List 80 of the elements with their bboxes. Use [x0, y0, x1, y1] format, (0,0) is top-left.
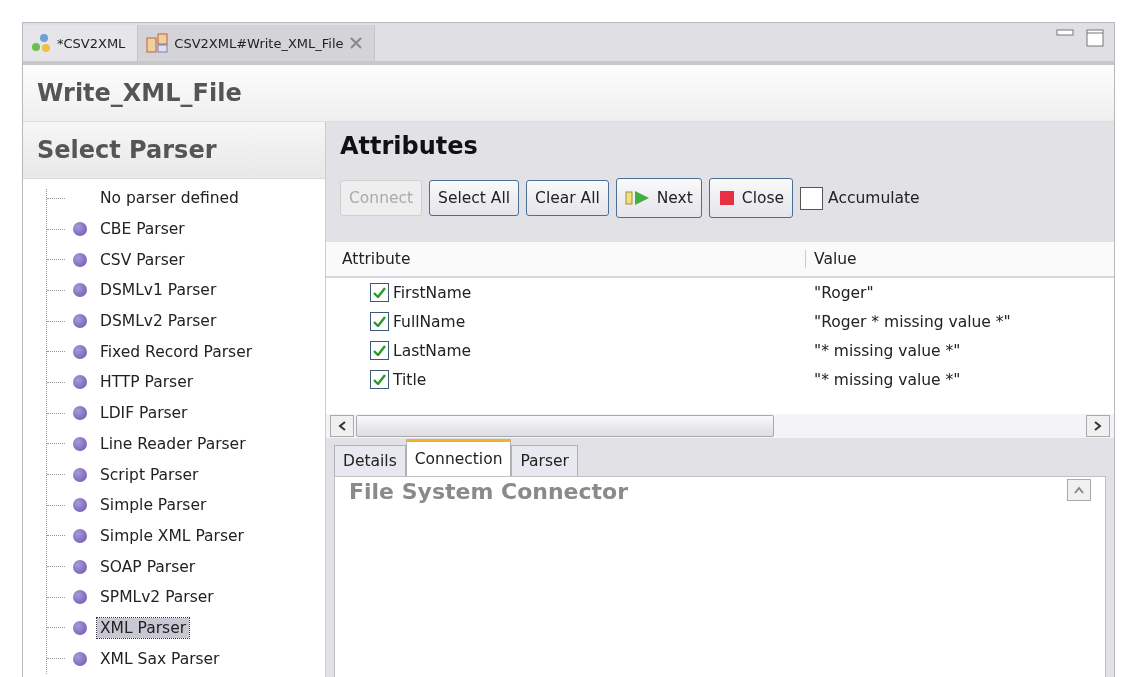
tree-item[interactable]: Fixed Record Parser [97, 341, 256, 362]
checkbox-label: Accumulate [828, 189, 920, 207]
scroll-left-button[interactable] [330, 415, 354, 437]
toolbar-button[interactable]: Next [615, 178, 702, 218]
column-header[interactable]: Attribute [326, 250, 806, 268]
table-cell: Title [393, 370, 427, 389]
tree-item[interactable]: HTTP Parser [97, 372, 197, 393]
bullet-icon [73, 590, 87, 605]
scroll-thumb[interactable] [356, 415, 774, 437]
bullet-icon [73, 222, 87, 237]
tree-item[interactable]: DSMLv2 Parser [97, 311, 220, 332]
tab-label: CSV2XML#Write_XML_File [174, 35, 344, 51]
tree-item[interactable]: DSMLv1 Parser [97, 280, 220, 301]
checkbox[interactable] [800, 186, 824, 210]
table-cell-text: "Roger * missing value *" [813, 312, 1011, 331]
bullet-icon [73, 528, 87, 543]
chevron-right-icon [1094, 421, 1102, 431]
bullet-icon [73, 559, 87, 574]
table-cell-text: "* missing value *" [813, 370, 961, 389]
panel-tab[interactable]: Connection [405, 439, 512, 476]
checkbox[interactable] [370, 283, 389, 302]
tree-item[interactable]: Line Reader Parser [97, 433, 249, 454]
tree-item[interactable]: No parser defined [97, 188, 242, 209]
scroll-right-button[interactable] [1086, 415, 1110, 437]
chevron-up-icon [1074, 486, 1084, 494]
maximize-icon[interactable] [1086, 29, 1104, 47]
page-title: Write_XML_File [37, 79, 242, 107]
chevron-left-icon [338, 421, 346, 431]
checkmark-icon [373, 287, 386, 298]
tree-item[interactable]: XML Sax Parser [97, 648, 223, 669]
column-header[interactable]: Value [806, 250, 1114, 268]
editor-tab[interactable]: CSV2XML#Write_XML_File [138, 25, 375, 61]
horizontal-scrollbar[interactable] [326, 414, 1114, 438]
bullet-icon [73, 252, 87, 267]
scroll-up-button[interactable] [1067, 479, 1091, 501]
bullet-icon [73, 406, 87, 421]
bullet-icon [73, 620, 87, 635]
bullet-icon [73, 375, 87, 390]
checkmark-icon [373, 374, 386, 385]
table-cell: FirstName [393, 283, 472, 302]
sidebar-title: Select Parser [23, 122, 325, 179]
tree-item[interactable]: Simple Parser [97, 495, 210, 516]
bullet-icon [73, 498, 87, 513]
panel-title: File System Connector [349, 479, 629, 506]
tree-item[interactable]: Script Parser [97, 464, 202, 485]
toolbar-button[interactable]: Clear All [526, 180, 609, 216]
bullet-icon [73, 436, 87, 451]
tree-item[interactable]: CBE Parser [97, 219, 188, 240]
bullet-icon [73, 651, 87, 666]
checkmark-icon [373, 345, 386, 356]
table-cell-text: "* missing value *" [813, 341, 961, 360]
panel-tab[interactable]: Parser [511, 445, 578, 476]
toolbar-button[interactable]: Select All [429, 180, 520, 216]
panel-tab[interactable]: Details [334, 445, 406, 476]
tree-item[interactable]: XML Parser [97, 617, 190, 638]
bullet-icon [73, 467, 87, 482]
tree-item[interactable]: Simple XML Parser [97, 525, 247, 546]
table-cell: LastName [393, 341, 471, 360]
checkbox[interactable] [370, 341, 389, 360]
grid-chart-icon [146, 33, 169, 53]
tree-item[interactable]: SPMLv2 Parser [97, 587, 217, 608]
bullet-icon [73, 314, 87, 329]
toolbar-button[interactable]: Close [708, 178, 794, 218]
bullet-icon [73, 283, 87, 298]
bullet-icon [73, 344, 87, 359]
checkbox[interactable] [370, 370, 389, 389]
tab-label: *CSV2XML [57, 35, 126, 51]
table-cell-text: "Roger" [813, 283, 874, 302]
stop-icon [717, 190, 736, 206]
table-cell: FullName [393, 312, 466, 331]
minimize-icon[interactable] [1056, 29, 1074, 37]
tree-item[interactable]: CSV Parser [97, 249, 188, 270]
checkmark-icon [373, 316, 386, 327]
play-icon [624, 190, 651, 206]
section-title: Attributes [339, 131, 479, 162]
tree-item[interactable]: LDIF Parser [97, 403, 191, 424]
connected-circles-icon [31, 33, 51, 53]
tree-item[interactable]: SOAP Parser [97, 556, 199, 577]
checkbox[interactable] [370, 312, 389, 331]
editor-tab[interactable]: *CSV2XML [23, 25, 139, 61]
